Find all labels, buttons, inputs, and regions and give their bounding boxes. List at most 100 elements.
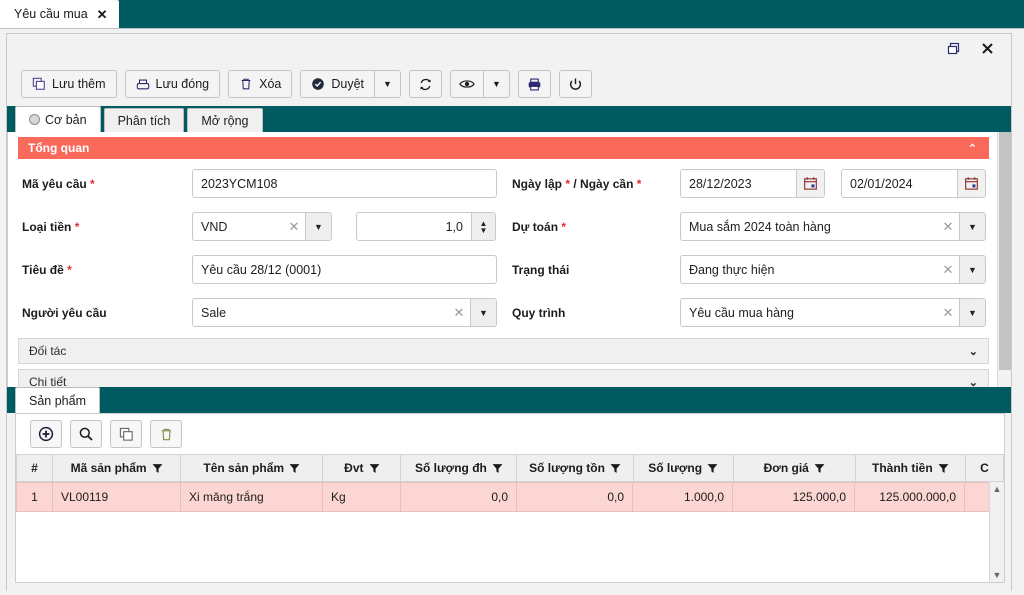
tab-co-ban[interactable]: Cơ bản — [15, 106, 101, 132]
clear-icon[interactable]: ✕ — [937, 213, 959, 240]
col-so-luong[interactable]: Số lượng — [632, 454, 734, 482]
filter-icon[interactable] — [289, 463, 300, 474]
print-button[interactable] — [517, 70, 551, 98]
refresh-button[interactable] — [408, 70, 442, 98]
approve-button[interactable]: Duyệt — [300, 70, 376, 98]
close-window-icon[interactable] — [979, 40, 995, 56]
col-dvt[interactable]: Đvt — [322, 454, 402, 482]
label-text: Người yêu cầu — [22, 305, 107, 320]
calendar-icon[interactable] — [957, 170, 985, 197]
tab-phan-tich[interactable]: Phân tích — [103, 108, 185, 132]
cell-index[interactable]: 1 — [16, 482, 53, 512]
product-grid-body: 1 VL00119 Xi măng trắng Kg 0,0 0,0 1.000… — [16, 482, 989, 512]
chevron-down-icon[interactable]: ▼ — [305, 213, 331, 240]
chevron-down-icon[interactable]: ▼ — [959, 213, 985, 240]
label-loai-tien: Loại tiền * — [22, 220, 192, 234]
clear-icon[interactable]: ✕ — [937, 299, 959, 326]
chevron-down-icon[interactable]: ▼ — [959, 299, 985, 326]
col-don-gia[interactable]: Đơn giá — [732, 454, 856, 482]
section-header-doi-tac[interactable]: Đối tác ⌄ — [18, 338, 989, 364]
cell-so-luong[interactable]: 1.000,0 — [632, 482, 733, 512]
filter-icon[interactable] — [938, 463, 949, 474]
window-bottom-strip — [7, 583, 1011, 591]
filter-icon[interactable] — [814, 463, 825, 474]
spin-down-icon[interactable]: ▼ — [480, 226, 488, 234]
select-trang-thai[interactable]: Đang thực hiện ✕ ▼ — [680, 255, 986, 284]
save-close-button[interactable]: Lưu đóng — [124, 70, 221, 98]
select-nguoi-yeu-cau[interactable]: Sale ✕ ▼ — [192, 298, 497, 327]
delete-label: Xóa — [259, 77, 282, 91]
cell-so-luong-ton[interactable]: 0,0 — [516, 482, 633, 512]
col-extra[interactable]: C — [964, 454, 1005, 482]
filter-icon[interactable] — [369, 463, 380, 474]
table-row[interactable]: 1 VL00119 Xi măng trắng Kg 0,0 0,0 1.000… — [16, 482, 989, 512]
col-label: C — [980, 461, 989, 475]
filter-icon[interactable] — [152, 463, 163, 474]
section-header-tong-quan[interactable]: Tổng quan ⌃ — [18, 137, 989, 159]
cell-don-gia[interactable]: 125.000,0 — [732, 482, 855, 512]
date-ngay-lap[interactable]: 28/12/2023 — [680, 169, 825, 198]
cell-thanh-tien[interactable]: 125.000.000,0 — [854, 482, 965, 512]
date-ngay-can[interactable]: 02/01/2024 — [841, 169, 986, 198]
filter-icon[interactable] — [610, 463, 621, 474]
scrollbar-thumb[interactable] — [999, 132, 1011, 370]
input-ma-yeu-cau[interactable]: 2023YCM108 — [192, 169, 497, 198]
approve-dropdown-button[interactable]: ▼ — [375, 70, 401, 98]
filter-icon[interactable] — [707, 463, 718, 474]
calendar-icon[interactable] — [796, 170, 824, 197]
scroll-down-icon[interactable]: ▼ — [993, 570, 1002, 580]
document-window: Lưu thêm Lưu đóng Xóa Duyệt ▼ ▼ Cơ bản P… — [0, 28, 1024, 595]
label-text: Quy trình — [512, 305, 566, 320]
tab-san-pham[interactable]: Sản phẩm — [15, 387, 100, 413]
grid-add-button[interactable] — [30, 420, 62, 448]
input-ty-gia[interactable]: 1,0 ▲ ▼ — [356, 212, 496, 241]
clear-icon[interactable]: ✕ — [937, 256, 959, 283]
save-close-label: Lưu đóng — [155, 77, 210, 91]
app-tab-yeu-cau-mua[interactable]: Yêu cầu mua ✕ — [0, 0, 119, 28]
select-loai-tien[interactable]: VND ✕ ▼ — [192, 212, 332, 241]
grid-vertical-scrollbar[interactable]: ▲ ▼ — [989, 482, 1004, 582]
filter-icon[interactable] — [492, 463, 503, 474]
chevron-down-icon[interactable]: ▼ — [470, 299, 496, 326]
cell-so-luong-dh[interactable]: 0,0 — [400, 482, 517, 512]
cell-ten-san-pham[interactable]: Xi măng trắng — [180, 482, 323, 512]
col-label: Số lượng tồn — [529, 461, 605, 475]
select-quy-trinh[interactable]: Yêu cầu mua hàng ✕ ▼ — [680, 298, 986, 327]
clear-icon[interactable]: ✕ — [283, 213, 305, 240]
grid-search-button[interactable] — [70, 420, 102, 448]
power-button[interactable] — [558, 70, 592, 98]
grid-copy-button[interactable] — [110, 420, 142, 448]
clear-icon[interactable]: ✕ — [448, 299, 470, 326]
refresh-icon — [418, 77, 433, 92]
grid-delete-button[interactable] — [150, 420, 182, 448]
label-text: Trạng thái — [512, 262, 570, 277]
chevron-down-icon[interactable]: ▼ — [959, 256, 985, 283]
form-vertical-scrollbar[interactable] — [997, 132, 1011, 387]
col-so-luong-ton[interactable]: Số lượng tồn — [516, 454, 634, 482]
scroll-up-icon[interactable]: ▲ — [993, 484, 1002, 494]
close-icon[interactable]: ✕ — [97, 8, 108, 21]
select-du-toan[interactable]: Mua sắm 2024 toàn hàng ✕ ▼ — [680, 212, 986, 241]
grid-header-row: # Mã sản phẩm Tên sản phẩm Đvt Số lượng … — [15, 454, 1005, 482]
delete-button[interactable]: Xóa — [228, 70, 293, 98]
chevron-down-icon: ▼ — [383, 78, 392, 89]
view-dropdown-button[interactable]: ▼ — [483, 70, 510, 98]
col-ma-san-pham[interactable]: Mã sản phẩm — [52, 454, 182, 482]
col-so-luong-dh[interactable]: Số lượng đh — [400, 454, 518, 482]
input-tieu-de[interactable]: Yêu cầu 28/12 (0001) — [192, 255, 497, 284]
save-add-button[interactable]: Lưu thêm — [21, 70, 117, 98]
cell-extra[interactable] — [964, 482, 989, 512]
col-ten-san-pham[interactable]: Tên sản phẩm — [180, 454, 324, 482]
cell-dvt[interactable]: Kg — [322, 482, 401, 512]
col-thanh-tien[interactable]: Thành tiền — [854, 454, 966, 482]
tab-mo-rong[interactable]: Mở rộng — [187, 108, 263, 132]
view-button[interactable] — [449, 70, 484, 98]
cell-ma-san-pham[interactable]: VL00119 — [52, 482, 181, 512]
restore-window-icon[interactable] — [945, 40, 961, 56]
tab-label: Mở rộng — [201, 113, 249, 128]
section-header-chi-tiet[interactable]: Chi tiết ⌄ — [18, 369, 989, 387]
eye-icon — [459, 77, 475, 91]
spinner-icon[interactable]: ▲ ▼ — [471, 213, 495, 240]
col-index[interactable]: # — [15, 454, 54, 482]
overview-fields: Mã yêu cầu * 2023YCM108 Ngày lập * / Ngà… — [8, 159, 997, 333]
